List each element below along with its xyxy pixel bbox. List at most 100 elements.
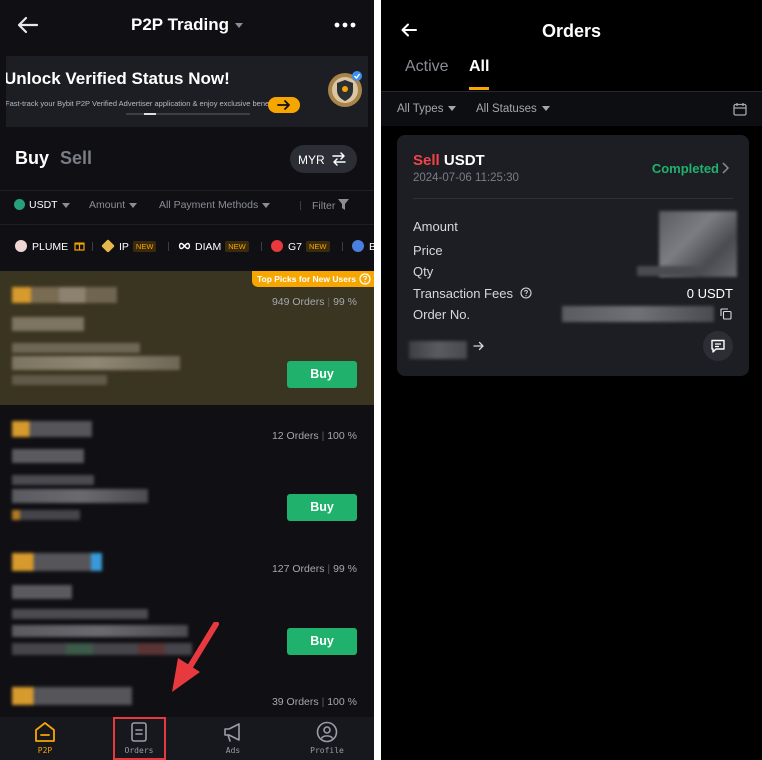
- ip-icon: [101, 239, 115, 253]
- bottom-navigation: P2P Orders Ads Profile: [0, 717, 374, 760]
- amount-filter[interactable]: Amount: [89, 199, 138, 211]
- avatar-blurred: [12, 687, 132, 705]
- chevron-right-icon: [722, 162, 729, 174]
- arrow-right-icon: [277, 100, 290, 110]
- tab-all[interactable]: All: [469, 58, 489, 76]
- order-stats: 12 Orders | 100 %: [271, 430, 357, 442]
- redacted-counterparty: [409, 341, 467, 359]
- p2p-trading-screen: P2P Trading Unlock Verified Status Now! …: [0, 0, 374, 760]
- profile-icon: [316, 721, 338, 743]
- order-filter-bar: All Types All Statuses: [381, 92, 762, 126]
- plume-icon: [15, 240, 27, 252]
- redacted-text: [12, 585, 72, 599]
- coin-chip-ip[interactable]: IP NEW: [101, 239, 157, 253]
- nav-item-ads[interactable]: Ads: [203, 721, 263, 755]
- chat-icon: [711, 339, 725, 353]
- redacted-text: [12, 343, 140, 353]
- new-badge: NEW: [132, 241, 157, 252]
- payment-method-filter[interactable]: All Payment Methods: [159, 199, 271, 211]
- redacted-text: [637, 266, 697, 276]
- order-side: Sell USDT: [413, 152, 485, 169]
- fees-label: Transaction Fees: [413, 286, 532, 301]
- g7-icon: [271, 240, 283, 252]
- page-title-dropdown[interactable]: P2P Trading: [0, 15, 374, 35]
- order-status: Completed: [651, 161, 719, 176]
- home-icon: [35, 722, 55, 742]
- annotation-highlight-box: [113, 717, 166, 760]
- chat-button[interactable]: [703, 331, 733, 361]
- redacted-text: [12, 609, 148, 619]
- buy-button[interactable]: Buy: [287, 361, 357, 388]
- status-filter[interactable]: All Statuses: [476, 103, 550, 115]
- page-title: Orders: [541, 21, 602, 41]
- new-badge: NEW: [306, 241, 330, 252]
- banner-pagination: [126, 113, 250, 115]
- new-badge: NEW: [225, 241, 249, 252]
- redacted-text: [12, 356, 180, 370]
- order-card[interactable]: Sell USDT 2024-07-06 11:25:30 Completed …: [397, 135, 749, 376]
- help-circle-icon: [359, 273, 371, 285]
- divider: [300, 201, 301, 210]
- order-no-label: Order No.: [413, 307, 471, 322]
- arrow-right-icon[interactable]: [473, 340, 485, 352]
- fees-value: 0 USDT: [686, 286, 733, 301]
- banner-subtitle: Fast-track your Bybit P2P Verified Adver…: [6, 99, 281, 108]
- coin-chip-plume[interactable]: PLUME: [15, 240, 85, 253]
- coin-chip-g7[interactable]: G7 NEW: [271, 240, 330, 253]
- orders-screen: Orders Active All All Types All Statuses…: [381, 0, 762, 760]
- promo-banner[interactable]: Unlock Verified Status Now! Fast-track y…: [6, 56, 368, 127]
- redacted-text: [12, 475, 94, 485]
- coin-chip-row: PLUME IP NEW DIAM NEW G7 NEW B: [0, 224, 374, 266]
- page-title: P2P Trading: [131, 15, 229, 34]
- buy-button[interactable]: Buy: [287, 628, 357, 655]
- verified-shield-illustration: [328, 71, 362, 107]
- amount-label: Amount: [413, 219, 458, 234]
- coin-chip-diam[interactable]: DIAM NEW: [178, 240, 249, 253]
- order-stats: 39 Orders | 100 %: [271, 696, 357, 708]
- avatar-blurred: [12, 287, 117, 303]
- redacted-text: [12, 375, 107, 385]
- tab-buy[interactable]: Buy: [15, 148, 49, 168]
- chevron-down-icon: [234, 23, 243, 29]
- avatar-blurred: [12, 421, 92, 437]
- gift-icon: [74, 242, 85, 251]
- filter-button[interactable]: Filter: [312, 199, 350, 212]
- annotation-arrow-icon: [172, 622, 219, 692]
- type-filter[interactable]: All Types: [397, 103, 457, 115]
- tab-indicator: [469, 87, 489, 90]
- asset-filter[interactable]: USDT: [14, 199, 70, 211]
- qty-label: Qty: [413, 264, 434, 279]
- usdt-icon: [14, 199, 25, 210]
- order-stats: 949 Orders | 99 %: [271, 296, 357, 308]
- redacted-text: [12, 489, 148, 503]
- more-options-icon[interactable]: [334, 15, 356, 35]
- coin-chip-b[interactable]: B: [352, 240, 374, 253]
- tab-sell[interactable]: Sell: [60, 148, 92, 168]
- redacted-text: [12, 625, 188, 637]
- top-picks-tag: Top Picks for New Users: [251, 271, 374, 287]
- fiat-currency-toggle[interactable]: MYR: [290, 145, 357, 173]
- infinity-icon: [178, 242, 191, 250]
- copy-icon[interactable]: [720, 308, 732, 320]
- trade-side-tabs: Buy Sell: [15, 148, 92, 169]
- info-icon[interactable]: [520, 287, 532, 299]
- swap-icon: [332, 152, 346, 166]
- calendar-icon[interactable]: [733, 102, 747, 116]
- megaphone-icon: [224, 723, 240, 742]
- ad-listing[interactable]: Top Picks for New Users 949 Orders | 99 …: [0, 271, 374, 405]
- banner-go-button[interactable]: [268, 97, 300, 113]
- banner-title: Unlock Verified Status Now!: [6, 69, 230, 88]
- nav-item-p2p[interactable]: P2P: [15, 721, 75, 755]
- redacted-order-number: [562, 306, 714, 322]
- order-stats: 127 Orders | 99 %: [271, 563, 357, 575]
- price-label: Price: [413, 243, 443, 258]
- redacted-text: [12, 510, 80, 520]
- redacted-text: [12, 643, 192, 655]
- nav-item-profile[interactable]: Profile: [297, 721, 357, 755]
- coin-icon: [352, 240, 364, 252]
- divider: [413, 198, 733, 199]
- ad-listing[interactable]: 12 Orders | 100 % Buy: [0, 405, 374, 539]
- redacted-text: [12, 449, 84, 463]
- buy-button[interactable]: Buy: [287, 494, 357, 521]
- tab-active[interactable]: Active: [405, 58, 449, 76]
